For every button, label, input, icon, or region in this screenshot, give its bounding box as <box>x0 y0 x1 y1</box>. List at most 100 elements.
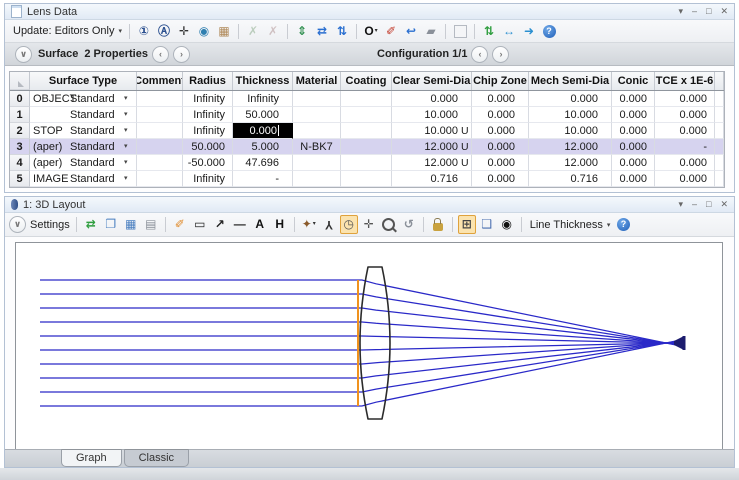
radius-cell[interactable]: Infinity <box>183 123 233 139</box>
tce-cell[interactable]: 0.000 <box>655 91 715 107</box>
update-mode-dropdown[interactable]: Update: Editors Only <box>13 25 115 37</box>
prev-surface-button[interactable]: ‹ <box>152 46 169 63</box>
radius-cell[interactable]: Infinity <box>183 91 233 107</box>
coating-cell[interactable] <box>341 107 392 123</box>
material-cell[interactable] <box>293 107 341 123</box>
comment-cell[interactable] <box>137 123 183 139</box>
mech-semi-dia-cell[interactable]: 12.000 <box>529 155 612 171</box>
help-icon[interactable]: ? <box>540 22 558 41</box>
column-header[interactable]: Material <box>293 72 341 90</box>
circled-1-icon[interactable]: ① <box>135 22 153 41</box>
column-header[interactable]: Surface Type <box>30 72 137 90</box>
table-row[interactable]: 4(aper)Standard▾ -50.00047.696 12.000U0.00… <box>10 155 724 171</box>
column-header[interactable]: Chip Zone <box>472 72 529 90</box>
clear-semi-dia-cell[interactable]: 10.000U <box>392 123 472 139</box>
mech-semi-dia-cell[interactable]: 12.000 <box>529 139 612 155</box>
coating-cell[interactable] <box>341 123 392 139</box>
table-row[interactable]: 1Standard▾Infinity50.00010.0000.00010.00… <box>10 107 724 123</box>
window-menu-icon[interactable]: ▾ <box>678 6 683 16</box>
clear-semi-dia-cell[interactable]: 10.000 <box>392 107 472 123</box>
material-cell[interactable] <box>293 123 341 139</box>
window-menu-icon[interactable]: ▾ <box>678 199 683 209</box>
thickness-cell[interactable]: Infinity <box>233 91 293 107</box>
window-close-icon[interactable]: ✕ <box>720 199 728 209</box>
help-icon[interactable]: ? <box>614 215 632 234</box>
layout-plot-area[interactable] <box>15 242 723 450</box>
thickness-cell[interactable]: 50.000 <box>233 107 293 123</box>
comment-cell[interactable] <box>137 155 183 171</box>
material-cell[interactable]: N-BK7 <box>293 139 341 155</box>
coating-cell[interactable] <box>341 139 392 155</box>
mech-semi-dia-cell[interactable]: 10.000 <box>529 107 612 123</box>
tce-cell[interactable]: 0.000 <box>655 171 715 187</box>
text-tool-icon[interactable]: A <box>251 215 269 234</box>
coating-cell[interactable] <box>341 155 392 171</box>
thickness-cell[interactable]: 47.696 <box>233 155 293 171</box>
chip-zone-cell[interactable]: 0.000 <box>472 155 529 171</box>
tce-cell[interactable]: 0.000 <box>655 123 715 139</box>
toggle-icon[interactable]: ▰ <box>422 22 440 41</box>
thickness-cell[interactable]: 5.000 <box>233 139 293 155</box>
conic-cell[interactable]: 0.000 <box>612 91 655 107</box>
save-image-icon[interactable]: ▦ <box>122 215 140 234</box>
move-crosshair-icon[interactable]: ✛ <box>175 22 193 41</box>
prev-configuration-button[interactable]: ‹ <box>471 46 488 63</box>
orientation-icon[interactable]: ✦▾ <box>300 215 318 234</box>
coating-cell[interactable] <box>341 91 392 107</box>
radius-cell[interactable]: Infinity <box>183 107 233 123</box>
axis-tool-green-icon[interactable]: ✗ <box>244 22 262 41</box>
column-header[interactable]: Coating <box>341 72 392 90</box>
thickness-cell[interactable]: - <box>233 171 293 187</box>
flip-vertical-icon[interactable]: ⇕ <box>293 22 311 41</box>
row-number-cell[interactable]: 5 <box>10 171 30 187</box>
column-header[interactable]: Clear Semi-Dia <box>392 72 472 90</box>
rectangle-tool-icon[interactable]: ▭ <box>191 215 209 234</box>
pan-tool-icon[interactable]: ✛ <box>360 215 378 234</box>
table-row[interactable]: 2STOPStandard▾Infinity0.00010.000U0.0001… <box>10 123 724 139</box>
table-row[interactable]: 3(aper)Standard▾50.0005.000N-BK712.000U0… <box>10 139 724 155</box>
tce-cell[interactable]: - <box>655 139 715 155</box>
record-icon[interactable]: ◉ <box>498 215 516 234</box>
properties-label[interactable]: 2 Properties <box>84 48 148 60</box>
surface-type-cell[interactable]: (aper)Standard▾ <box>30 155 137 171</box>
column-header[interactable]: TCE x 1E-6 <box>655 72 715 90</box>
clear-semi-dia-cell[interactable]: 0.716 <box>392 171 472 187</box>
aperture-icon[interactable]: O▾ <box>362 22 380 41</box>
bend-icon[interactable]: ↩ <box>402 22 420 41</box>
flip-horizontal-icon[interactable]: ⇄ <box>313 22 331 41</box>
lock-icon[interactable] <box>429 215 447 234</box>
window-close-icon[interactable]: ✕ <box>720 6 728 16</box>
chip-zone-cell[interactable]: 0.000 <box>472 107 529 123</box>
surface-type-cell[interactable]: OBJECTStandard▾ <box>30 91 137 107</box>
arrow-tool-icon[interactable]: ↗ <box>211 215 229 234</box>
settings-expander-button[interactable]: ∨ <box>9 216 26 233</box>
line-tool-icon[interactable]: — <box>231 215 249 234</box>
window-minimize-icon[interactable]: – <box>692 199 697 209</box>
conic-cell[interactable]: 0.000 <box>612 171 655 187</box>
row-number-cell[interactable]: 2 <box>10 123 30 139</box>
column-header[interactable]: Conic <box>612 72 655 90</box>
material-cell[interactable] <box>293 171 341 187</box>
circled-a-icon[interactable]: Ⓐ <box>155 22 173 41</box>
layers-icon[interactable]: ❑ <box>478 215 496 234</box>
clear-semi-dia-cell[interactable]: 12.000U <box>392 155 472 171</box>
tce-cell[interactable]: 0.000 <box>655 107 715 123</box>
copy-clipboard-icon[interactable]: ❐ <box>102 215 120 234</box>
conic-cell[interactable]: 0.000 <box>612 107 655 123</box>
thickness-cell[interactable]: 0.000 <box>233 123 293 139</box>
go-forward-icon[interactable]: ➜ <box>520 22 538 41</box>
zoom-tool-icon[interactable] <box>380 215 398 234</box>
surface-type-cell[interactable]: (aper)Standard▾ <box>30 139 137 155</box>
row-number-cell[interactable]: 1 <box>10 107 30 123</box>
reset-view-icon[interactable]: ↺ <box>400 215 418 234</box>
anchor-rows-icon[interactable]: ⇅ <box>333 22 351 41</box>
next-configuration-button[interactable]: › <box>492 46 509 63</box>
column-header[interactable]: Thickness <box>233 72 293 90</box>
draw-pencil-icon[interactable]: ✐ <box>382 22 400 41</box>
mech-semi-dia-cell[interactable]: 10.000 <box>529 123 612 139</box>
surface-type-cell[interactable]: STOPStandard▾ <box>30 123 137 139</box>
row-number-cell[interactable]: 0 <box>10 91 30 107</box>
radius-cell[interactable]: -50.000 <box>183 155 233 171</box>
row-number-cell[interactable]: 4 <box>10 155 30 171</box>
split-window-icon[interactable]: ⊞ <box>458 215 476 234</box>
